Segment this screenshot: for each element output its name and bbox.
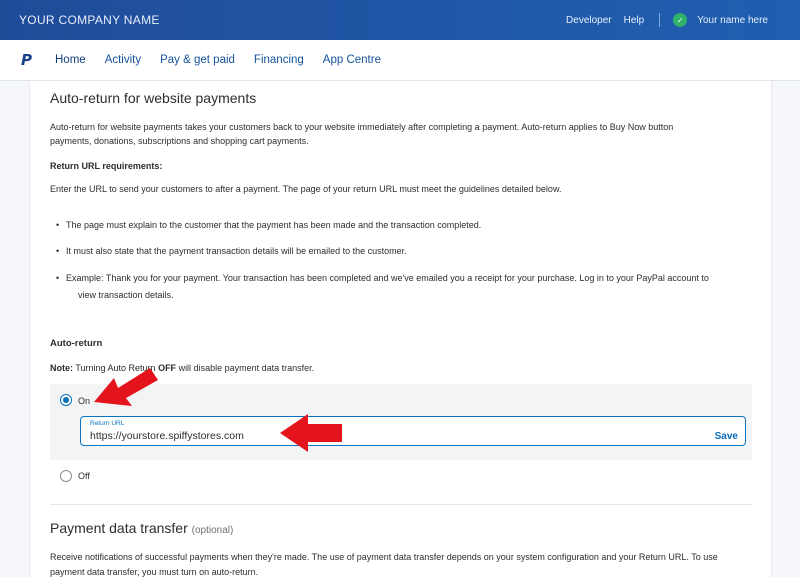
note-prefix: Note: bbox=[50, 363, 73, 373]
paypal-logo-icon[interactable]: P bbox=[21, 51, 43, 69]
requirements-text: Enter the URL to send your customers to … bbox=[50, 184, 562, 194]
bullet-item: Example: Thank you for your payment. You… bbox=[56, 270, 756, 287]
company-name: YOUR COMPANY NAME bbox=[19, 13, 160, 27]
bullet-continuation: view transaction details. bbox=[78, 290, 174, 300]
intro-line-1: Auto-return for website payments takes y… bbox=[50, 122, 674, 132]
pdt-optional: (optional) bbox=[191, 525, 234, 536]
settings-card: Auto-return for website payments Auto-re… bbox=[29, 81, 772, 577]
return-url-input[interactable]: Return URL https://yourstore.spiffystore… bbox=[80, 416, 746, 446]
save-button[interactable]: Save bbox=[715, 431, 738, 442]
nav-pay-get-paid[interactable]: Pay & get paid bbox=[160, 54, 235, 66]
red-arrow-icon bbox=[94, 368, 158, 406]
return-url-value: https://yourstore.spiffystores.com bbox=[90, 430, 244, 442]
top-links: Developer Help ✓ Your name here bbox=[566, 0, 800, 40]
main-nav: P Home Activity Pay & get paid Financing… bbox=[0, 40, 800, 81]
pdt-title-text: Payment data transfer bbox=[50, 520, 188, 536]
user-name: Your name here bbox=[697, 14, 768, 26]
user-avatar-icon: ✓ bbox=[673, 13, 688, 27]
auto-return-heading: Auto-return bbox=[50, 338, 103, 349]
bullet-item: The page must explain to the customer th… bbox=[56, 217, 756, 234]
on-label: On bbox=[78, 396, 91, 406]
top-header: YOUR COMPANY NAME Developer Help ✓ Your … bbox=[0, 0, 800, 40]
note-suffix: will disable payment data transfer. bbox=[176, 363, 315, 373]
red-arrow-icon bbox=[280, 414, 342, 452]
pdt-text-line-1: Receive notifications of successful paym… bbox=[50, 552, 718, 562]
nav-financing[interactable]: Financing bbox=[254, 54, 304, 66]
header-divider bbox=[659, 13, 661, 27]
return-url-label: Return URL bbox=[90, 420, 125, 427]
auto-return-off-radio[interactable] bbox=[60, 470, 72, 482]
help-link[interactable]: Help bbox=[624, 15, 645, 26]
nav-activity[interactable]: Activity bbox=[105, 54, 141, 66]
nav-home[interactable]: Home bbox=[55, 54, 86, 66]
nav-app-centre[interactable]: App Centre bbox=[323, 54, 381, 66]
pdt-text-line-2: payment data transfer, you must turn on … bbox=[50, 567, 259, 577]
auto-return-on-radio[interactable] bbox=[60, 394, 72, 406]
pdt-title: Payment data transfer (optional) bbox=[50, 520, 233, 536]
user-menu[interactable]: ✓ Your name here bbox=[673, 13, 768, 27]
developer-link[interactable]: Developer bbox=[566, 15, 612, 26]
section-divider bbox=[50, 504, 752, 505]
auto-return-title: Auto-return for website payments bbox=[50, 90, 257, 106]
intro-line-2: payments, donations, subscriptions and s… bbox=[50, 136, 309, 146]
requirements-heading: Return URL requirements: bbox=[50, 161, 163, 171]
bullet-item: It must also state that the payment tran… bbox=[56, 243, 756, 260]
off-label: Off bbox=[78, 471, 90, 481]
